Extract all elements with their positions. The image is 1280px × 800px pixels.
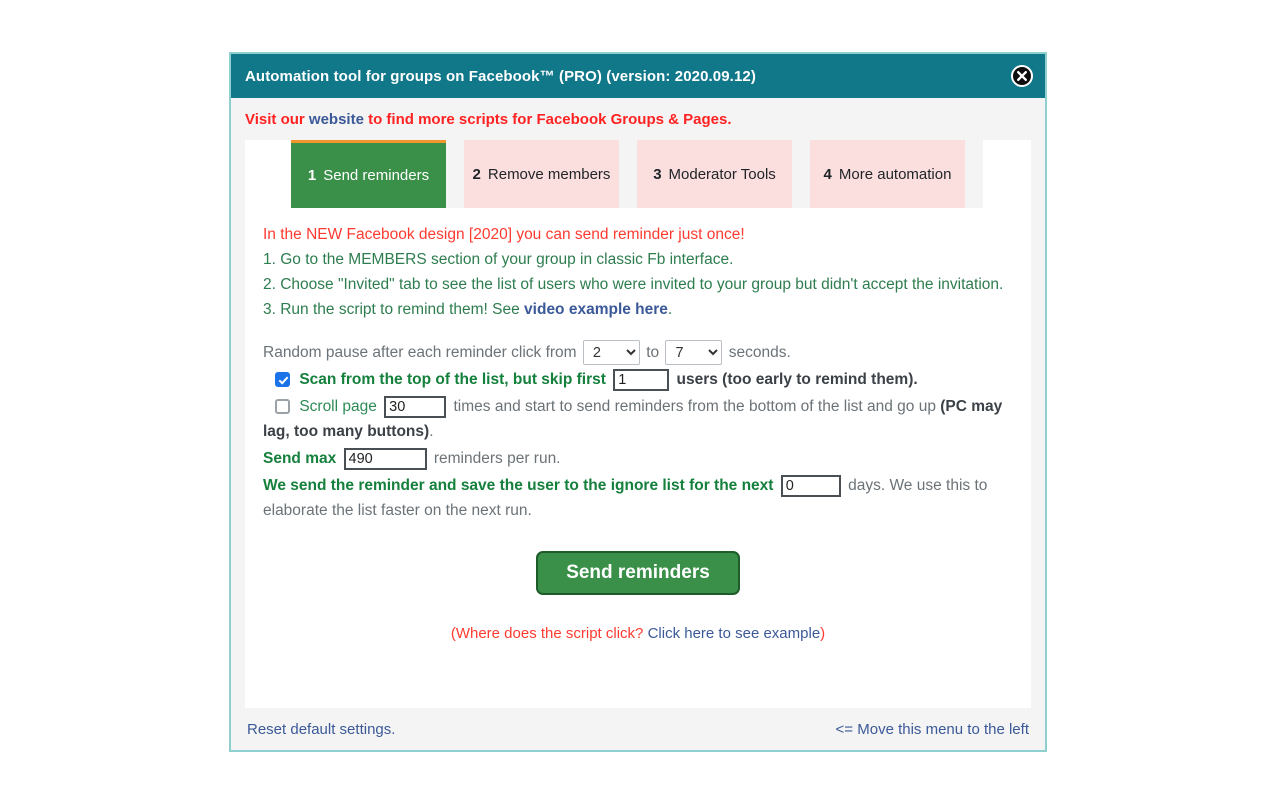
scan-from-top-label-before: Scan from the top of the list, but skip … (299, 371, 606, 389)
tab-more-automation[interactable]: 4 More automation (810, 140, 965, 208)
instruction-step-2: 2. Choose "Invited" tab to see the list … (263, 276, 1004, 293)
website-link[interactable]: website (309, 111, 364, 128)
send-max-input[interactable] (343, 448, 427, 471)
tab-remove-members[interactable]: 2 Remove members (464, 140, 619, 208)
random-pause-row: Random pause after each reminder click f… (263, 340, 1013, 366)
tab-4-label: More automation (838, 165, 952, 183)
tab-strip: 1 Send reminders 2 Remove members 3 Moderat… (231, 140, 1045, 208)
tab-send-reminders[interactable]: 1 Send reminders (291, 140, 446, 208)
pause-from-select[interactable]: 12345678910 (582, 340, 640, 366)
tab-strip-right-spacer (983, 140, 1031, 208)
window-titlebar: Automation tool for groups on Facebook™ … (231, 54, 1045, 98)
reset-default-settings-link[interactable]: Reset default settings. (247, 721, 395, 738)
hint-tail-text: ) (820, 625, 826, 643)
scan-from-top-label-after: users (too early to remind them). (676, 371, 918, 389)
promo-text-before: Visit our (245, 111, 309, 128)
skip-first-users-input[interactable] (613, 369, 670, 392)
tab-3-label: Moderator Tools (668, 165, 776, 183)
pause-to-select[interactable]: 12345678910 (665, 340, 723, 366)
ignore-list-label-after: days. We use this (848, 477, 971, 495)
hint-question-text: (Where does the script click? (450, 625, 648, 643)
scroll-times-input[interactable] (384, 396, 447, 419)
tab-3-number: 3 (653, 165, 662, 183)
ignore-list-row: We send the reminder and save the user t… (263, 473, 1013, 523)
scroll-page-row: Scroll page times and start to send remi… (263, 394, 1013, 444)
tab-2-number: 2 (472, 165, 481, 183)
scroll-page-label-before: Scroll page (299, 398, 377, 416)
tab-1-label: Send reminders (323, 167, 430, 184)
tab-4-number: 4 (823, 165, 832, 183)
script-click-hint: (Where does the script click? Click here… (263, 621, 1013, 646)
promo-banner: Visit our website to find more scripts f… (231, 98, 1045, 140)
window-title: Automation tool for groups on Facebook™ … (245, 67, 756, 85)
promo-text-after: to find more scripts for Facebook Groups… (363, 111, 732, 128)
video-example-link[interactable]: video example here (524, 301, 668, 318)
tab-moderator-tools[interactable]: 3 Moderator Tools (637, 140, 792, 208)
instruction-step-3-after: . (667, 301, 673, 318)
tab-2-label: Remove members (487, 165, 611, 183)
instruction-step-3: 3. Run the script to remind them! See vi… (263, 297, 1013, 322)
scroll-page-note-tail: . (429, 423, 434, 441)
scroll-page-label-after: times and start to send reminders from t… (453, 398, 936, 416)
send-reminders-button[interactable]: Send reminders (536, 551, 740, 596)
random-pause-mid-label: to (646, 344, 660, 361)
random-pause-suffix-label: seconds. (728, 344, 791, 361)
ignore-days-input[interactable] (780, 475, 841, 498)
panel-footer: Reset default settings. <= Move this men… (231, 708, 1045, 750)
random-pause-label: Random pause after each reminder click f… (263, 344, 577, 361)
send-max-label: Send max (263, 450, 337, 468)
automation-tool-panel: Automation tool for groups on Facebook™ … (229, 52, 1047, 752)
ignore-list-label-before: We send the reminder and save the user t… (263, 477, 774, 495)
scroll-page-checkbox[interactable] (275, 399, 290, 415)
tab-1-number: 1 (307, 167, 317, 184)
send-max-row: Send max reminders per run. (263, 446, 1013, 471)
instruction-step-1: 1. Go to the MEMBERS section of your gro… (263, 251, 734, 268)
scan-from-top-checkbox[interactable] (275, 372, 290, 388)
send-max-suffix-label: reminders per run. (433, 450, 561, 468)
tab-strip-left-spacer (245, 140, 291, 208)
action-button-container: Send reminders (263, 551, 1013, 596)
scan-from-top-row: Scan from the top of the list, but skip … (263, 367, 1013, 392)
see-example-link[interactable]: Click here to see example (648, 625, 821, 642)
instruction-step-3-before: 3. Run the script to remind them! See (263, 301, 525, 318)
tab-panel-send-reminders: In the NEW Facebook design [2020] you ca… (245, 208, 1031, 708)
close-icon[interactable] (1011, 65, 1033, 87)
design-warning-text: In the NEW Facebook design [2020] you ca… (263, 226, 745, 243)
move-menu-left-link[interactable]: <= Move this menu to the left (836, 721, 1029, 738)
